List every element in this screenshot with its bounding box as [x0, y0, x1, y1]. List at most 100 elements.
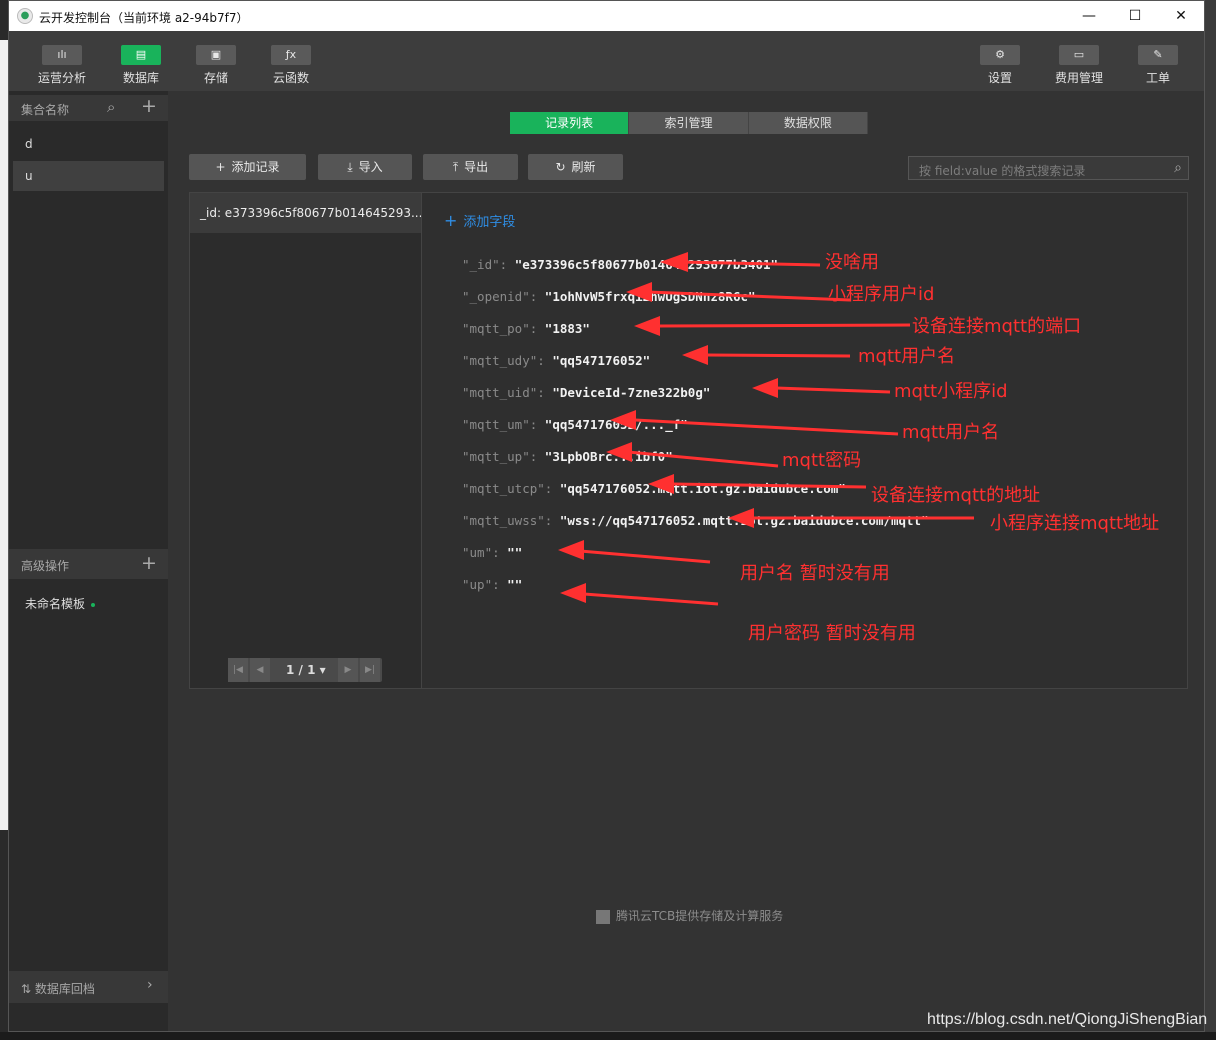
- database-rollback[interactable]: ⇅ 数据库回档 ›: [9, 971, 168, 1003]
- tool-database[interactable]: ▤ 数据库: [111, 45, 171, 86]
- record-detail: + 添加字段 "_id": "e373396c5f80677b0146452936…: [422, 193, 1187, 688]
- database-icon: ▤: [121, 45, 161, 65]
- ticket-icon: ✎: [1138, 45, 1178, 65]
- tool-cloud-functions[interactable]: ƒx 云函数: [261, 45, 321, 86]
- download-icon: ⤓: [347, 160, 353, 174]
- field-key: "up":: [462, 577, 500, 592]
- add-record-button[interactable]: + 添加记录: [189, 154, 306, 180]
- field-row[interactable]: "mqtt_po": "1883": [462, 321, 590, 336]
- field-value: "": [507, 577, 523, 592]
- field-row[interactable]: "_id": "e373396c5f80677b014645293677b340…: [462, 257, 778, 272]
- first-page-icon[interactable]: |◀: [228, 658, 248, 682]
- collections-header: 集合名称 ⌕ +: [9, 95, 168, 121]
- search-icon[interactable]: ⌕: [1174, 160, 1182, 176]
- record-item[interactable]: _id: e373396c5f80677b014645293...: [190, 193, 421, 233]
- field-key: "_id":: [462, 257, 508, 272]
- annotation-label: mqtt小程序id: [894, 381, 1008, 402]
- field-key: "mqtt_um":: [462, 417, 538, 432]
- field-key: "mqtt_udy":: [462, 353, 545, 368]
- annotation-label: mqtt用户名: [858, 346, 956, 367]
- field-row[interactable]: "mqtt_um": "qq547176052/..._f": [462, 417, 688, 432]
- refresh-icon: ↻: [555, 160, 566, 174]
- tool-label: 运营分析: [37, 71, 86, 85]
- tool-billing[interactable]: ▭ 费用管理: [1049, 45, 1109, 86]
- taskbar-strip: [0, 1032, 1216, 1040]
- close-button[interactable]: ✕: [1158, 1, 1204, 31]
- tool-storage[interactable]: ▣ 存储: [186, 45, 246, 86]
- status-dot-icon: [91, 602, 96, 607]
- field-value: "DeviceId-7zne322b0g": [552, 385, 711, 400]
- billing-icon: ▭: [1059, 45, 1099, 65]
- upload-icon: ⤒: [452, 160, 459, 174]
- tool-label: 存储: [203, 71, 228, 85]
- add-field-button[interactable]: + 添加字段: [444, 211, 515, 230]
- record-search-input[interactable]: 按 field:value 的格式搜索记录 ⌕: [908, 156, 1189, 180]
- advanced-header-label: 高级操作: [21, 559, 70, 573]
- field-row[interactable]: "mqtt_udy": "qq547176052": [462, 353, 650, 368]
- collection-item-u[interactable]: u: [13, 161, 164, 191]
- field-row[interactable]: "_openid": "1ohNvW5frxqiZhwUgSDNnz8R6c": [462, 289, 756, 304]
- main-content: 记录列表 索引管理 数据权限 + 添加记录 ⤓ 导入 ⤒ 导出 ↻ 刷新 按 field…: [168, 91, 1204, 1031]
- pagination: |◀ ◀ 1 / 1 ▾ ▶ ▶|: [228, 658, 382, 682]
- export-label: 导出: [464, 160, 489, 174]
- next-page-icon[interactable]: ▶: [338, 658, 358, 682]
- save-icon: ▣: [196, 45, 236, 65]
- collection-item-d[interactable]: d: [13, 129, 164, 159]
- record-list: _id: e373396c5f80677b014645293... |◀ ◀ 1…: [190, 193, 422, 688]
- template-label: 未命名模板: [25, 597, 86, 611]
- footer-note: 腾讯云TCB提供存储及计算服务: [596, 907, 783, 924]
- annotation-label: 没啥用: [825, 252, 879, 273]
- tool-tickets[interactable]: ✎ 工单: [1128, 45, 1188, 86]
- last-page-icon[interactable]: ▶|: [360, 658, 380, 682]
- footer-note-text: 腾讯云TCB提供存储及计算服务: [616, 909, 784, 923]
- refresh-button[interactable]: ↻ 刷新: [528, 154, 623, 180]
- minimize-button[interactable]: —: [1066, 1, 1112, 31]
- annotation-label: 小程序连接mqtt地址: [990, 513, 1160, 534]
- field-row[interactable]: "um": "": [462, 545, 522, 560]
- add-collection-icon[interactable]: +: [141, 95, 157, 117]
- annotation-label: 用户密码 暂时没有用: [748, 623, 916, 644]
- import-button[interactable]: ⤓ 导入: [318, 154, 412, 180]
- annotation-label: 用户名 暂时没有用: [740, 563, 890, 584]
- annotation-label: mqtt密码: [782, 450, 862, 471]
- add-field-label: 添加字段: [463, 215, 516, 230]
- export-button[interactable]: ⤒ 导出: [423, 154, 518, 180]
- field-key: "mqtt_utcp":: [462, 481, 553, 496]
- search-icon[interactable]: ⌕: [107, 98, 115, 116]
- annotation-label: 设备连接mqtt的地址: [871, 485, 1041, 506]
- field-row[interactable]: "mqtt_uid": "DeviceId-7zne322b0g": [462, 385, 710, 400]
- tab-records[interactable]: 记录列表: [510, 112, 630, 134]
- tool-settings[interactable]: ⚙ 设置: [970, 45, 1030, 86]
- app-icon: ●: [17, 8, 33, 24]
- field-row[interactable]: "mqtt_uwss": "wss://qq547176052.mqtt.iot…: [462, 513, 929, 528]
- tencent-cloud-icon: [596, 909, 610, 924]
- background-window-strip: [0, 0, 8, 1040]
- tool-analytics[interactable]: ılı 运营分析: [32, 45, 92, 86]
- template-item[interactable]: 未命名模板: [25, 595, 96, 612]
- page-text: 1 / 1: [286, 663, 316, 677]
- add-template-icon[interactable]: +: [141, 552, 157, 574]
- field-value: "": [507, 545, 523, 560]
- maximize-button[interactable]: ☐: [1112, 1, 1158, 31]
- field-value: "qq547176052/..._f": [544, 417, 688, 432]
- tab-permissions[interactable]: 数据权限: [748, 112, 868, 134]
- tab-indexes[interactable]: 索引管理: [629, 112, 749, 134]
- field-key: "um":: [462, 545, 500, 560]
- field-value: "e373396c5f80677b014645293677b3401": [514, 257, 779, 272]
- function-icon: ƒx: [271, 45, 311, 65]
- prev-page-icon[interactable]: ◀: [250, 658, 270, 682]
- field-key: "mqtt_uid":: [462, 385, 545, 400]
- tool-label: 云函数: [272, 71, 309, 85]
- import-label: 导入: [358, 160, 383, 174]
- field-value: "1883": [544, 321, 590, 336]
- tool-label: 工单: [1145, 71, 1170, 85]
- page-indicator[interactable]: 1 / 1 ▾: [286, 658, 326, 682]
- field-row[interactable]: "up": "": [462, 577, 522, 592]
- advanced-header: 高级操作 +: [9, 549, 168, 579]
- field-row[interactable]: "mqtt_up": "3LpbOBrc...ibf0": [462, 449, 673, 464]
- field-row[interactable]: "mqtt_utcp": "qq547176052.mqtt.iot.gz.ba…: [462, 481, 846, 496]
- add-record-label: 添加记录: [231, 160, 280, 174]
- plus-icon: +: [215, 160, 226, 174]
- field-key: "mqtt_up":: [462, 449, 538, 464]
- rollback-label: 数据库回档: [34, 982, 95, 996]
